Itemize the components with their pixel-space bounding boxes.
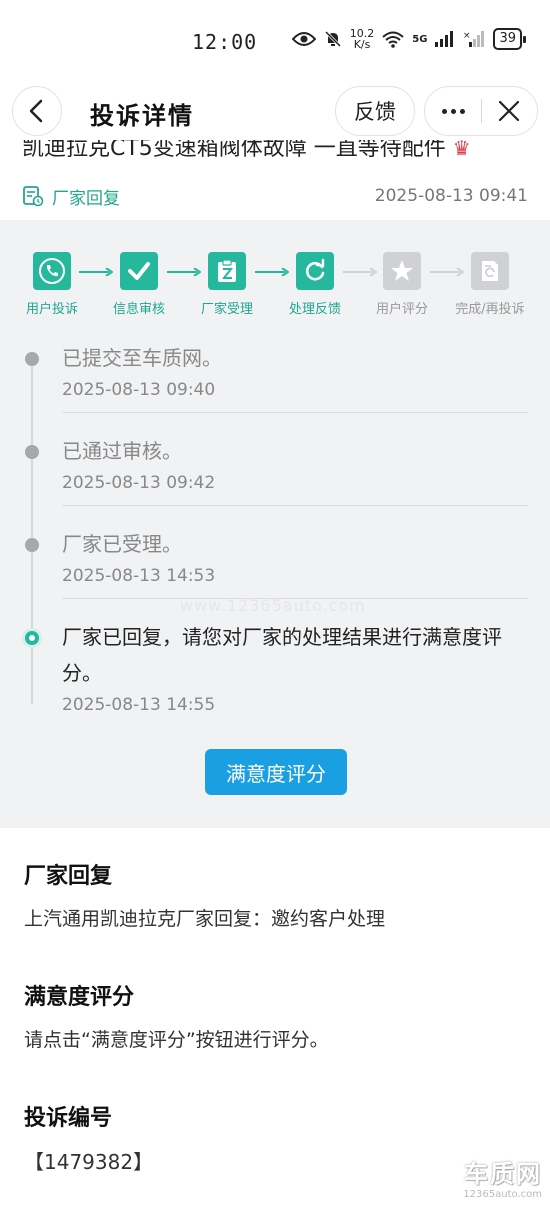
status-bar: 12:00 10.2 K/s 5G × 39 [0, 0, 550, 80]
section-title: 满意度评分 [24, 985, 135, 1010]
check-icon [128, 262, 150, 280]
complaint-number: 【1479382】 [24, 1150, 154, 1174]
progress-panel: 用户投诉 信息审核 厂家受理 处理反馈 用户评分 完成/再投诉 已提交至车质网。… [0, 220, 550, 828]
corner-logo: 车质网 12365auto.com [463, 1160, 542, 1200]
step-user-rating: 用户评分 [357, 252, 447, 317]
timeline-item: 厂家已受理。 2025-08-13 14:53 [25, 526, 528, 599]
signal-icon [435, 31, 454, 47]
crown-icon: ♛ [452, 140, 471, 160]
reply-label: 厂家回复 [52, 188, 120, 209]
close-button[interactable] [482, 86, 537, 136]
page-title: 投诉详情 [90, 102, 194, 130]
header-bar: 投诉详情 反馈 [0, 80, 550, 142]
wifi-icon [382, 31, 404, 48]
timeline-dot [25, 445, 39, 459]
step-user-complaint: 用户投诉 [7, 252, 97, 317]
status-time: 12:00 [192, 30, 258, 54]
complaint-title: 凯迪拉克CT5变速箱阀体故障 一直等待配件 ♛ [22, 140, 550, 168]
status-icons: 10.2 K/s 5G × 39 [291, 27, 526, 51]
progress-steps: 用户投诉 信息审核 厂家受理 处理反馈 用户评分 完成/再投诉 [0, 252, 550, 322]
step-info-review: 信息审核 [94, 252, 184, 317]
step-complete-recomplain: 完成/再投诉 [445, 252, 535, 317]
timeline-dot [25, 538, 39, 552]
refresh-icon [305, 258, 325, 281]
mute-bell-icon [324, 30, 341, 48]
complaint-number-section: 投诉编号 【1479382】 [24, 1100, 524, 1175]
signal-weak-icon: × [463, 31, 485, 47]
timeline-item: 已通过审核。 2025-08-13 09:42 [25, 433, 528, 506]
satisfaction-rating-button[interactable]: 满意度评分 [205, 749, 347, 795]
close-icon [499, 100, 520, 122]
reply-status-row: 厂家回复 2025-08-13 09:41 [22, 182, 528, 210]
phone-icon [39, 258, 65, 284]
satisfaction-section: 满意度评分 请点击“满意度评分”按钮进行评分。 [24, 979, 524, 1052]
svg-text:×: × [463, 31, 471, 41]
signal-label: 5G [412, 33, 428, 45]
step-processing-feedback: 处理反馈 [270, 252, 360, 317]
timeline-dot [25, 352, 39, 366]
mini-app-capsule [424, 86, 538, 136]
feedback-button[interactable]: 反馈 [335, 86, 415, 136]
section-body: 上汽通用凯迪拉克厂家回复：邀约客户处理 [24, 908, 386, 930]
section-title: 投诉编号 [24, 1106, 113, 1131]
section-title: 厂家回复 [24, 864, 113, 889]
star-icon [391, 260, 413, 281]
reply-time: 2025-08-13 09:41 [374, 186, 528, 206]
timeline-item: 已提交至车质网。 2025-08-13 09:40 [25, 340, 528, 413]
clipboard-icon [218, 259, 236, 282]
section-body: 请点击“满意度评分”按钮进行评分。 [24, 1029, 329, 1051]
more-button[interactable] [425, 86, 481, 136]
net-speed: 10.2 K/s [349, 27, 375, 51]
battery-indicator: 39 [493, 28, 526, 50]
timeline-dot-active [25, 631, 39, 645]
timeline-item-current: 厂家已回复，请您对厂家的处理结果进行满意度评分。 2025-08-13 14:5… [25, 619, 528, 715]
step-manufacturer-accept: 厂家受理 [182, 252, 272, 317]
manufacturer-reply-section: 厂家回复 上汽通用凯迪拉克厂家回复：邀约客户处理 [24, 858, 524, 931]
watermark: www.12365auto.com [180, 596, 366, 615]
eye-icon [291, 32, 316, 46]
document-icon [482, 261, 498, 281]
chevron-left-icon [29, 99, 43, 123]
back-button[interactable] [12, 86, 62, 136]
document-clock-icon [23, 186, 44, 207]
timeline-line [31, 354, 33, 704]
